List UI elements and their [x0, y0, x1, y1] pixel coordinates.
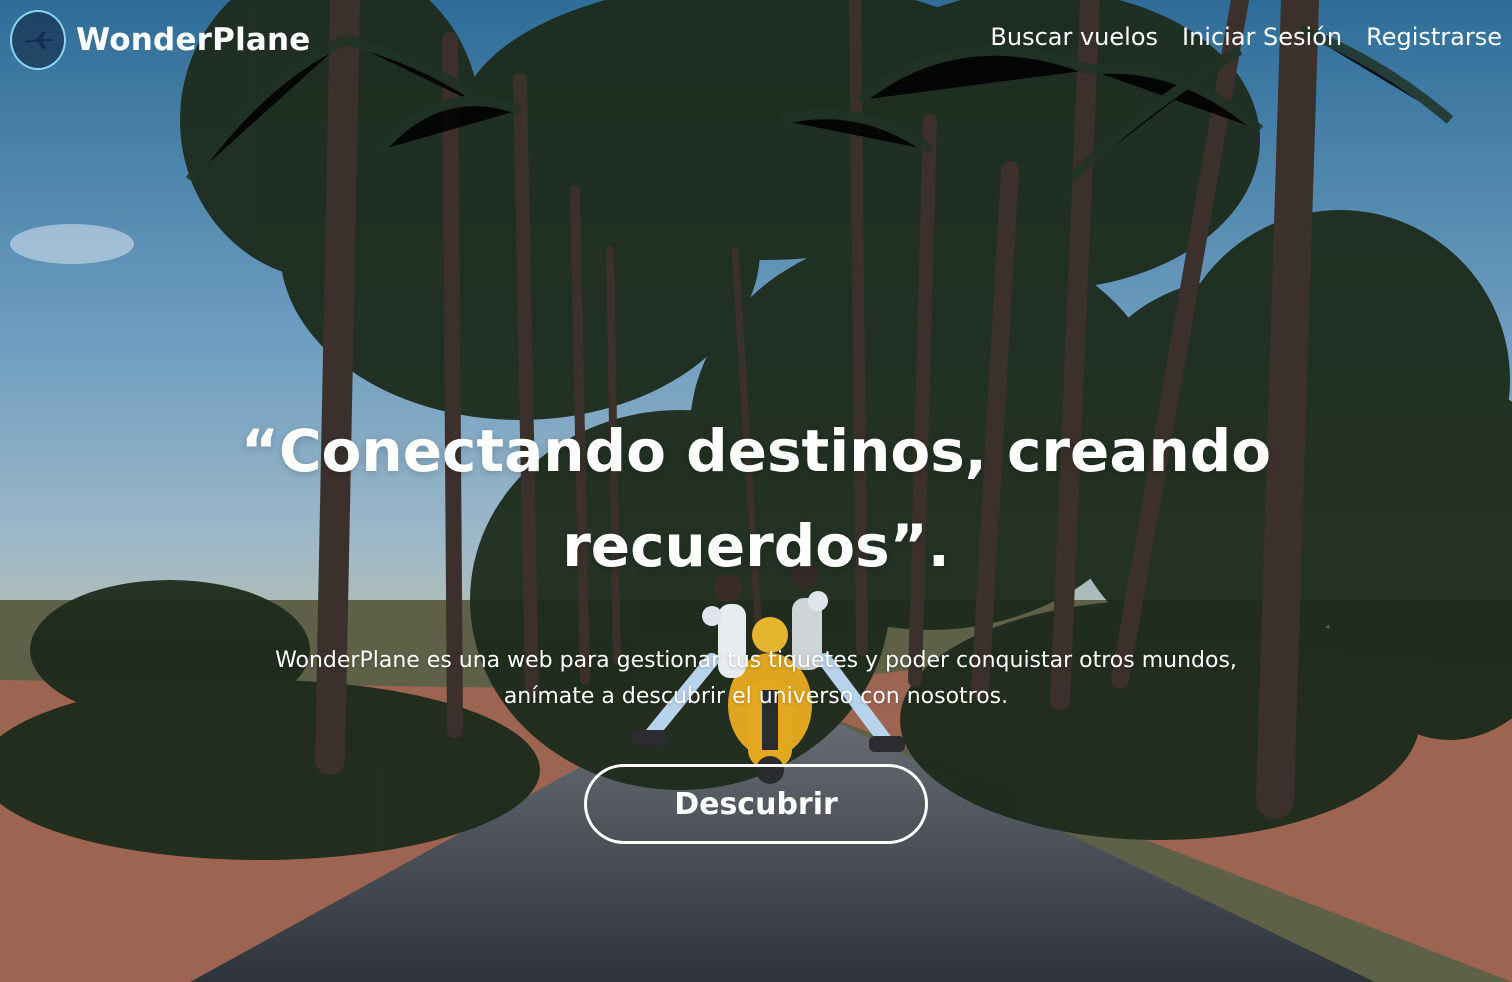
nav-link-registrarse[interactable]: Registrarse [1366, 23, 1502, 51]
hero-section: WonderPlane Buscar vuelos Iniciar Sesión… [0, 0, 1512, 982]
airplane-icon [25, 31, 53, 49]
nav-links: Buscar vuelos Iniciar Sesión Registrarse [990, 23, 1502, 51]
nav-link-iniciar-sesion[interactable]: Iniciar Sesión [1182, 23, 1342, 51]
brand-logo [10, 10, 66, 70]
hero-description: WonderPlane es una web para gestionar tu… [275, 648, 1237, 709]
discover-button[interactable]: Descubrir [584, 764, 928, 844]
hero-headline: “Conectando destinos, creando recuerdos”… [240, 417, 1272, 580]
brand-name: WonderPlane [76, 22, 311, 58]
nav-link-buscar-vuelos[interactable]: Buscar vuelos [990, 23, 1158, 51]
brand[interactable]: WonderPlane [10, 10, 311, 70]
top-navigation: WonderPlane Buscar vuelos Iniciar Sesión… [0, 0, 1512, 80]
